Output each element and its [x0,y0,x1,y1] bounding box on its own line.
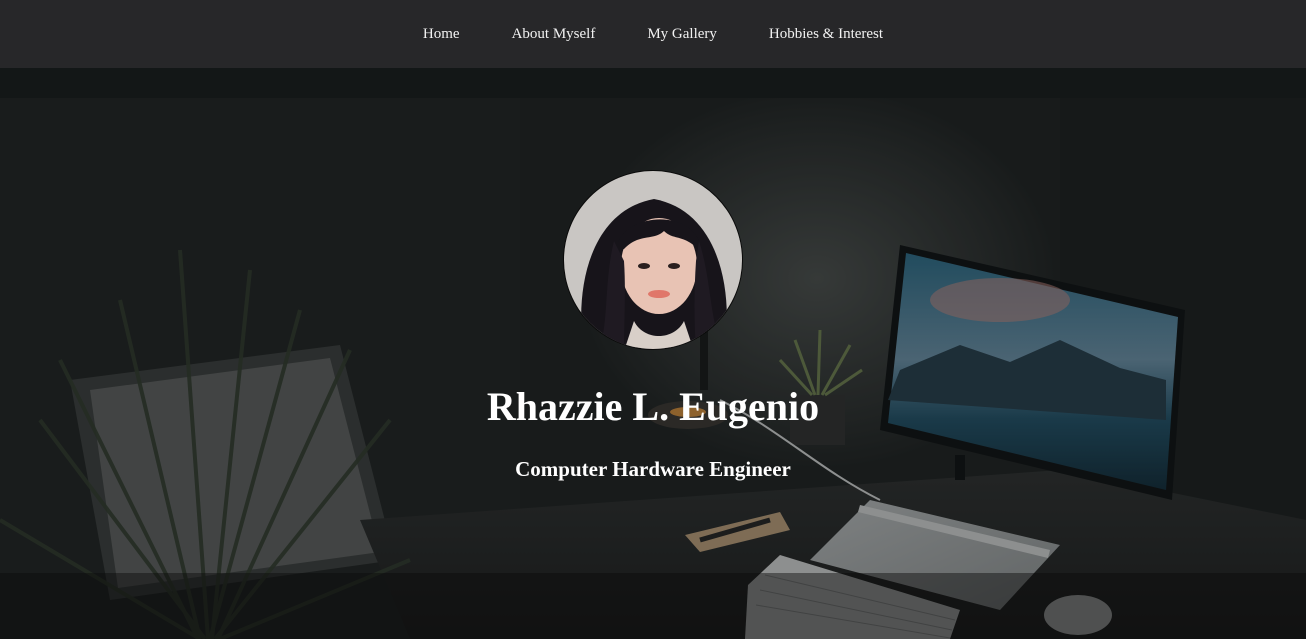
header-shadow-band [0,68,1306,98]
profile-avatar [563,170,743,350]
footer-shadow-band [0,573,1306,639]
nav-link-about[interactable]: About Myself [512,26,596,42]
top-navbar: Home About Myself My Gallery Hobbies & I… [0,0,1306,68]
nav-link-hobbies[interactable]: Hobbies & Interest [769,26,883,42]
profile-name: Rhazzie L. Eugenio [486,384,820,429]
nav-list: Home About Myself My Gallery Hobbies & I… [397,25,909,43]
nav-item-about: About Myself [486,25,622,43]
nav-item-home: Home [397,25,486,43]
profile-photo-icon [564,171,742,349]
nav-link-home[interactable]: Home [423,26,460,42]
profile-role: Computer Hardware Engineer [515,457,791,481]
nav-link-gallery[interactable]: My Gallery [647,26,717,42]
nav-item-gallery: My Gallery [621,25,743,43]
nav-item-hobbies: Hobbies & Interest [743,25,909,43]
page: Home About Myself My Gallery Hobbies & I… [0,0,1306,639]
